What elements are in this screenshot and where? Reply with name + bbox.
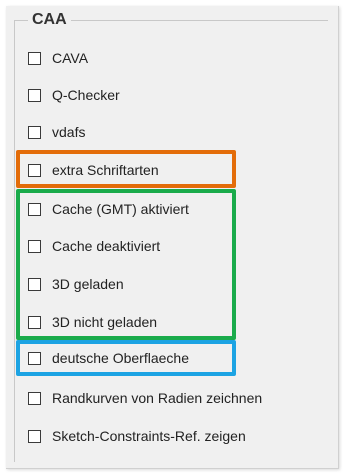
checkbox-cache-deaktiviert[interactable] (28, 239, 41, 253)
option-label: 3D geladen (52, 276, 124, 292)
checkbox-vdafs[interactable] (28, 125, 41, 139)
option-sketch-constraints[interactable]: Sketch-Constraints-Ref. zeigen (28, 425, 246, 447)
checkbox-sketch-constraints[interactable] (28, 429, 41, 443)
checkbox-randkurven[interactable] (28, 391, 41, 405)
option-cache-gmt-aktiviert[interactable]: Cache (GMT) aktiviert (28, 198, 189, 220)
option-label: Q-Checker (52, 87, 120, 103)
option-label: Cache deaktiviert (52, 238, 161, 254)
option-label: Cache (GMT) aktiviert (52, 201, 189, 217)
option-vdafs[interactable]: vdafs (28, 121, 85, 143)
option-label: extra Schriftarten (52, 162, 159, 178)
option-cache-deaktiviert[interactable]: Cache deaktiviert (28, 235, 160, 257)
checkbox-deutsche-oberflaeche[interactable] (28, 351, 41, 365)
option-label: deutsche Oberflaeche (52, 350, 189, 366)
option-label: Randkurven von Radien zeichnen (52, 390, 263, 406)
option-3d-geladen[interactable]: 3D geladen (28, 273, 124, 295)
option-label: vdafs (52, 124, 86, 140)
checkbox-cava[interactable] (28, 51, 41, 65)
option-label: 3D nicht geladen (52, 314, 158, 330)
option-q-checker[interactable]: Q-Checker (28, 84, 120, 106)
checkbox-extra-schriftarten[interactable] (28, 163, 41, 177)
option-cava[interactable]: CAVA (28, 47, 88, 69)
option-extra-schriftarten[interactable]: extra Schriftarten (28, 159, 159, 181)
option-label: CAVA (52, 50, 89, 66)
option-deutsche-oberflaeche[interactable]: deutsche Oberflaeche (28, 347, 189, 369)
checkbox-cache-gmt-aktiviert[interactable] (28, 202, 41, 216)
checkbox-3d-geladen[interactable] (28, 277, 41, 291)
group-title: CAA (28, 10, 71, 30)
option-label: Sketch-Constraints-Ref. zeigen (52, 428, 246, 444)
option-3d-nicht-geladen[interactable]: 3D nicht geladen (28, 311, 157, 333)
option-randkurven[interactable]: Randkurven von Radien zeichnen (28, 387, 262, 409)
checkbox-3d-nicht-geladen[interactable] (28, 315, 41, 329)
checkbox-q-checker[interactable] (28, 88, 41, 102)
